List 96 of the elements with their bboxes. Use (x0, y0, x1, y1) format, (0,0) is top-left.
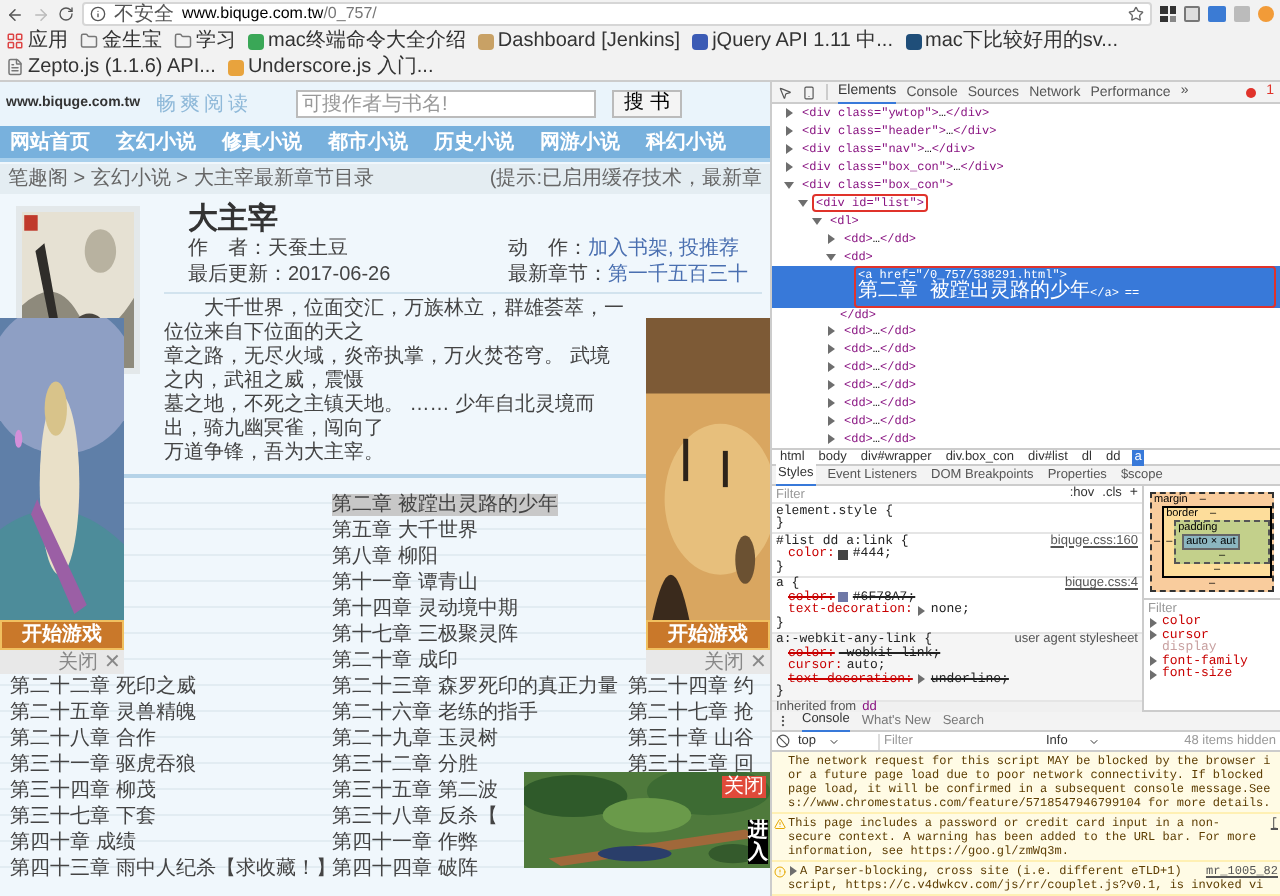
expander-icon[interactable] (916, 674, 927, 685)
caret-icon (828, 735, 841, 747)
search-button[interactable]: 搜 书 (612, 90, 682, 118)
book-description: 大千世界，位面交汇，万族林立，群雄荟萃，一位位来自下位面的天之 章之路，无尽火域，炎帝执掌，万火焚苍穹。 武境之内，武祖之威，震慑 墓之地，不死之主镇天地。 …… 少年自北灵境而出，骑九幽冥雀，闯向了 万道争锋，吾为大主宰。 (164, 298, 626, 466)
expander-icon[interactable] (826, 380, 836, 390)
error-icon[interactable] (1246, 87, 1257, 97)
reload-icon[interactable] (58, 6, 74, 22)
chapter-link[interactable]: 第三十五章 第二波 (332, 780, 498, 802)
chapter-link[interactable]: 第三十章 山谷 (628, 728, 754, 750)
expander-icon[interactable] (826, 416, 836, 426)
menu-icon[interactable] (776, 714, 790, 728)
bookmark[interactable]: Dashboard [Jenkins] (477, 28, 681, 54)
chapter-link[interactable]: 第五章 大千世界 (332, 520, 478, 542)
expander-icon[interactable] (1148, 669, 1158, 680)
chapter-link[interactable]: 第二十三章 森罗死印的真正力量 (332, 676, 618, 698)
chapter-link[interactable]: 第二十四章 约 (628, 676, 754, 698)
breadcrumb[interactable]: 笔趣阁 > 玄幻小说 > 大主宰最新章节目录 (8, 164, 374, 194)
expander-icon[interactable] (784, 180, 794, 190)
expander-icon[interactable] (826, 234, 836, 244)
expander-icon[interactable] (826, 434, 836, 444)
bookmark[interactable]: mac终端命令大全介绍 (248, 28, 466, 54)
expander-icon[interactable] (916, 605, 927, 616)
bookmark[interactable]: Zepto.js (1.1.6) API... (6, 54, 216, 80)
chapter-link[interactable]: 第四十三章 雨中人纪杀【求收藏！】 (10, 858, 336, 880)
chapter-link[interactable]: 第二十章 成印 (332, 650, 458, 672)
info-icon[interactable] (90, 6, 106, 22)
bookmark[interactable]: 应用 (6, 28, 68, 54)
chapter-link[interactable]: 第二十二章 死印之威 (10, 676, 196, 698)
ad-close-tag[interactable]: 关闭 (722, 776, 766, 798)
chapter-link[interactable]: 第三十四章 柳茂 (10, 780, 156, 802)
book-meta: 最后更新：2017-06-26 (188, 262, 393, 288)
chapter-link[interactable]: 第二十五章 灵兽精魄 (10, 702, 196, 724)
expander-icon[interactable] (826, 398, 836, 408)
warning-icon (774, 818, 786, 830)
expander-icon[interactable] (798, 198, 808, 208)
chapter-link[interactable]: 第三十二章 分胜 (332, 754, 478, 776)
book-meta: 作 者：天蚕土豆 (188, 236, 350, 262)
chapter-link[interactable]: 第三十八章 反杀【 (332, 806, 498, 828)
bookmark[interactable]: 金生宝 (80, 28, 162, 54)
chapter-link[interactable]: 第四十章 成绩 (10, 832, 136, 854)
video-ad[interactable]: 关闭 进入 (524, 772, 770, 868)
expander-icon[interactable] (784, 126, 794, 136)
chapter-link[interactable]: 第十一章 谭青山 (332, 572, 478, 594)
bookmark[interactable]: Underscore.js 入门... (227, 54, 434, 80)
expander-icon[interactable] (784, 108, 794, 118)
chapter-link[interactable]: 第三十一章 驱虎吞狼 (10, 754, 196, 776)
expander-icon[interactable] (826, 362, 836, 372)
expander-icon[interactable] (784, 162, 794, 172)
bookmark[interactable]: jQuery API 1.11 中... (692, 28, 893, 54)
book-meta: 动 作：加入书架, 投推荐 (508, 236, 742, 262)
caret-icon (1087, 735, 1100, 747)
chapter-link[interactable]: 第二十九章 玉灵树 (332, 728, 498, 750)
notice-text: (提示:已启用缓存技术，最新章 (489, 165, 762, 194)
book-title: 大主宰 (186, 202, 280, 236)
chapter-link[interactable]: 第四十四章 破阵 (332, 858, 478, 880)
url-text: www.biquge.com.tw/0_757/ (182, 2, 377, 26)
page-icon (6, 58, 24, 76)
back-icon[interactable] (6, 5, 24, 23)
expander-icon[interactable] (1148, 656, 1158, 667)
color-swatch[interactable] (838, 549, 849, 560)
chapter-link[interactable]: 第四十一章 作弊 (332, 832, 478, 854)
star-icon[interactable] (1128, 6, 1144, 22)
search-field[interactable]: 可搜作者与书名! (296, 90, 597, 118)
chapter-link[interactable]: 第二章 被蹚出灵路的少年 (332, 494, 558, 516)
expander-icon[interactable] (784, 144, 794, 154)
chapter-link[interactable]: 第二十七章 抢 (628, 702, 754, 724)
chapter-link[interactable]: 第二十八章 合作 (10, 728, 156, 750)
chapter-link[interactable]: 第三十三章 回 (628, 754, 754, 776)
address-bar[interactable]: 不安全 www.biquge.com.tw/0_757/ (82, 2, 1152, 26)
bookmark[interactable]: mac下比较好用的sv... (905, 28, 1118, 54)
expander-icon[interactable] (826, 326, 836, 336)
violation-icon (774, 866, 786, 878)
expander-icon[interactable] (812, 216, 822, 226)
expander-icon[interactable] (788, 866, 798, 876)
site-slogan: 畅爽阅读 (156, 91, 253, 119)
security-label: 不安全 (114, 3, 174, 25)
color-swatch[interactable] (838, 592, 849, 603)
inspect-icon[interactable] (778, 85, 792, 99)
chapter-link[interactable]: 第二十六章 老练的指手 (332, 702, 538, 724)
expander-icon[interactable] (1148, 630, 1158, 641)
chapter-link[interactable]: 第十七章 三极聚灵阵 (332, 624, 518, 646)
bookmark[interactable]: 学习 (174, 28, 236, 54)
chapter-link[interactable]: 第八章 柳阳 (332, 546, 438, 568)
expander-icon[interactable] (1148, 617, 1158, 628)
book-meta: 最新章节：第一千五百三十 (508, 262, 750, 288)
chapter-link[interactable]: 第三十七章 下套 (10, 806, 156, 828)
expander-icon[interactable] (826, 344, 836, 354)
folder-icon (174, 32, 192, 50)
clear-console-icon[interactable] (776, 734, 790, 748)
qr-code-icon[interactable] (1160, 6, 1176, 22)
apps-grid-icon (6, 32, 24, 50)
chapter-link[interactable]: 第十四章 灵动境中期 (332, 598, 518, 620)
folder-icon (80, 32, 98, 50)
device-icon[interactable] (802, 85, 816, 99)
expander-icon[interactable] (826, 252, 836, 262)
enter-label[interactable]: 进入 (748, 820, 768, 864)
